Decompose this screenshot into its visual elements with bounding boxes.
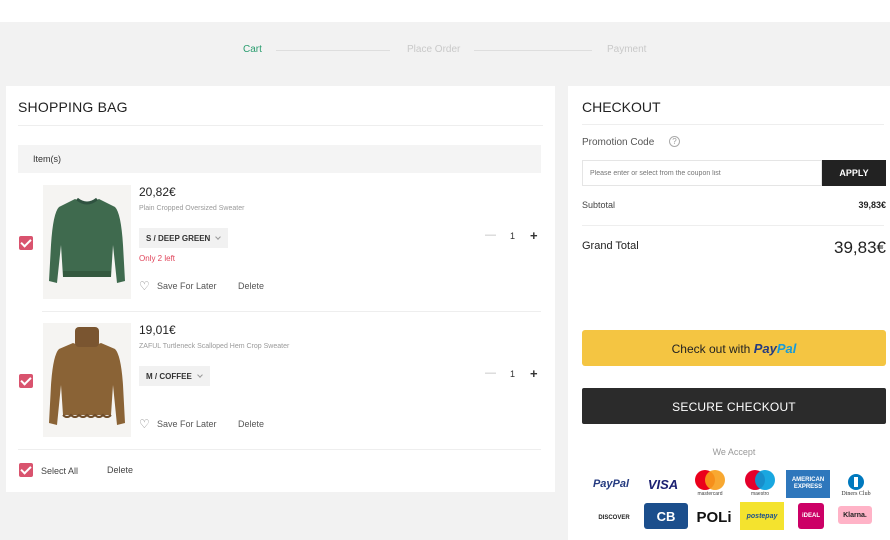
divider xyxy=(582,225,884,226)
save-for-later-link[interactable]: Save For Later xyxy=(157,281,217,291)
maestro-logo: maestro xyxy=(740,466,780,500)
secure-checkout-button[interactable]: SECURE CHECKOUT xyxy=(582,388,886,424)
subtotal-label: Subtotal xyxy=(582,200,616,210)
select-all-checkbox[interactable] xyxy=(19,463,33,477)
step-connector xyxy=(276,50,390,51)
step-place-order: Place Order xyxy=(407,44,461,55)
item-price: 19,01€ xyxy=(139,323,176,337)
top-strip xyxy=(0,0,890,22)
diners-club-logo: Diners Club xyxy=(834,470,878,500)
sweater-image xyxy=(49,327,125,425)
quantity-value[interactable]: 1 xyxy=(510,231,515,241)
amex-logo: AMERICAN EXPRESS xyxy=(786,470,830,498)
item-checkbox[interactable] xyxy=(19,374,33,388)
items-header: Item(s) xyxy=(18,145,541,173)
cart-item: 19,01€ ZAFUL Turtleneck Scalloped Hem Cr… xyxy=(18,323,541,451)
discover-logo: DISCOVER xyxy=(598,515,630,521)
mastercard-logo: mastercard xyxy=(690,466,730,500)
paypal-logo: PayPal xyxy=(592,478,630,490)
heart-icon[interactable]: ♡ xyxy=(139,418,150,430)
checkout-panel: CHECKOUT Promotion Code ? APPLY Subtotal… xyxy=(568,86,890,540)
help-icon[interactable]: ? xyxy=(669,136,680,147)
divider xyxy=(582,124,884,125)
minus-icon[interactable]: — xyxy=(485,229,496,241)
grand-total-value: 39,83€ xyxy=(834,238,886,257)
promotion-code-label: Promotion Code xyxy=(582,137,655,148)
stock-warning: Only 2 left xyxy=(139,254,176,263)
item-name[interactable]: Plain Cropped Oversized Sweater xyxy=(139,205,244,212)
maestro-circles-icon xyxy=(745,470,775,490)
paypal-logo: PayPal xyxy=(753,341,797,356)
poli-logo: POLi xyxy=(696,508,732,526)
sweater-image xyxy=(49,197,125,283)
visa-logo: VISA xyxy=(647,476,679,492)
plus-icon[interactable]: + xyxy=(530,228,538,243)
subtotal-value: 39,83€ xyxy=(858,200,886,210)
divider xyxy=(18,449,541,450)
cart-item: 20,82€ Plain Cropped Oversized Sweater S… xyxy=(18,185,541,313)
delete-link[interactable]: Delete xyxy=(238,419,264,429)
product-image[interactable] xyxy=(43,185,131,299)
divider xyxy=(42,311,541,312)
we-accept-label: We Accept xyxy=(712,447,756,457)
heart-icon[interactable]: ♡ xyxy=(139,280,150,292)
step-cart: Cart xyxy=(243,44,262,55)
chevron-down-icon xyxy=(196,372,203,378)
divider xyxy=(18,125,543,126)
items-header-label: Item(s) xyxy=(33,154,61,164)
minus-icon[interactable]: — xyxy=(485,367,496,379)
item-name[interactable]: ZAFUL Turtleneck Scalloped Hem Crop Swea… xyxy=(139,343,289,350)
cb-logo: CB xyxy=(644,503,688,529)
step-connector xyxy=(474,50,592,51)
apply-button[interactable]: APPLY xyxy=(822,160,886,186)
step-payment: Payment xyxy=(607,44,647,55)
paypal-checkout-button[interactable]: Check out with PayPal xyxy=(582,330,886,366)
coupon-input[interactable] xyxy=(582,160,822,186)
item-price: 20,82€ xyxy=(139,185,176,199)
mastercard-circles-icon xyxy=(695,470,725,490)
shopping-bag-panel: SHOPPING BAG Item(s) 20,82€ Plain Croppe… xyxy=(6,86,555,492)
delete-selected-link[interactable]: Delete xyxy=(107,465,133,475)
postepay-logo: postepay xyxy=(740,502,784,530)
klarna-logo: Klarna. xyxy=(838,506,872,524)
chevron-down-icon xyxy=(215,234,222,240)
checkout-title: CHECKOUT xyxy=(582,99,661,115)
paypal-button-label: Check out with xyxy=(671,342,751,356)
variant-label: S / DEEP GREEN xyxy=(146,234,211,243)
bag-title: SHOPPING BAG xyxy=(18,99,128,115)
variant-selector[interactable]: M / COFFEE xyxy=(139,366,210,386)
item-checkbox[interactable] xyxy=(19,236,33,250)
ideal-logo: iDEAL xyxy=(798,503,824,529)
select-all-label[interactable]: Select All xyxy=(41,466,78,476)
delete-link[interactable]: Delete xyxy=(238,281,264,291)
grand-total-label: Grand Total xyxy=(582,240,639,252)
checkout-progress: Cart Place Order Payment xyxy=(0,22,890,78)
plus-icon[interactable]: + xyxy=(530,366,538,381)
variant-label: M / COFFEE xyxy=(146,372,192,381)
save-for-later-link[interactable]: Save For Later xyxy=(157,419,217,429)
diners-icon xyxy=(848,474,864,490)
quantity-value[interactable]: 1 xyxy=(510,369,515,379)
product-image[interactable] xyxy=(43,323,131,437)
variant-selector[interactable]: S / DEEP GREEN xyxy=(139,228,229,248)
